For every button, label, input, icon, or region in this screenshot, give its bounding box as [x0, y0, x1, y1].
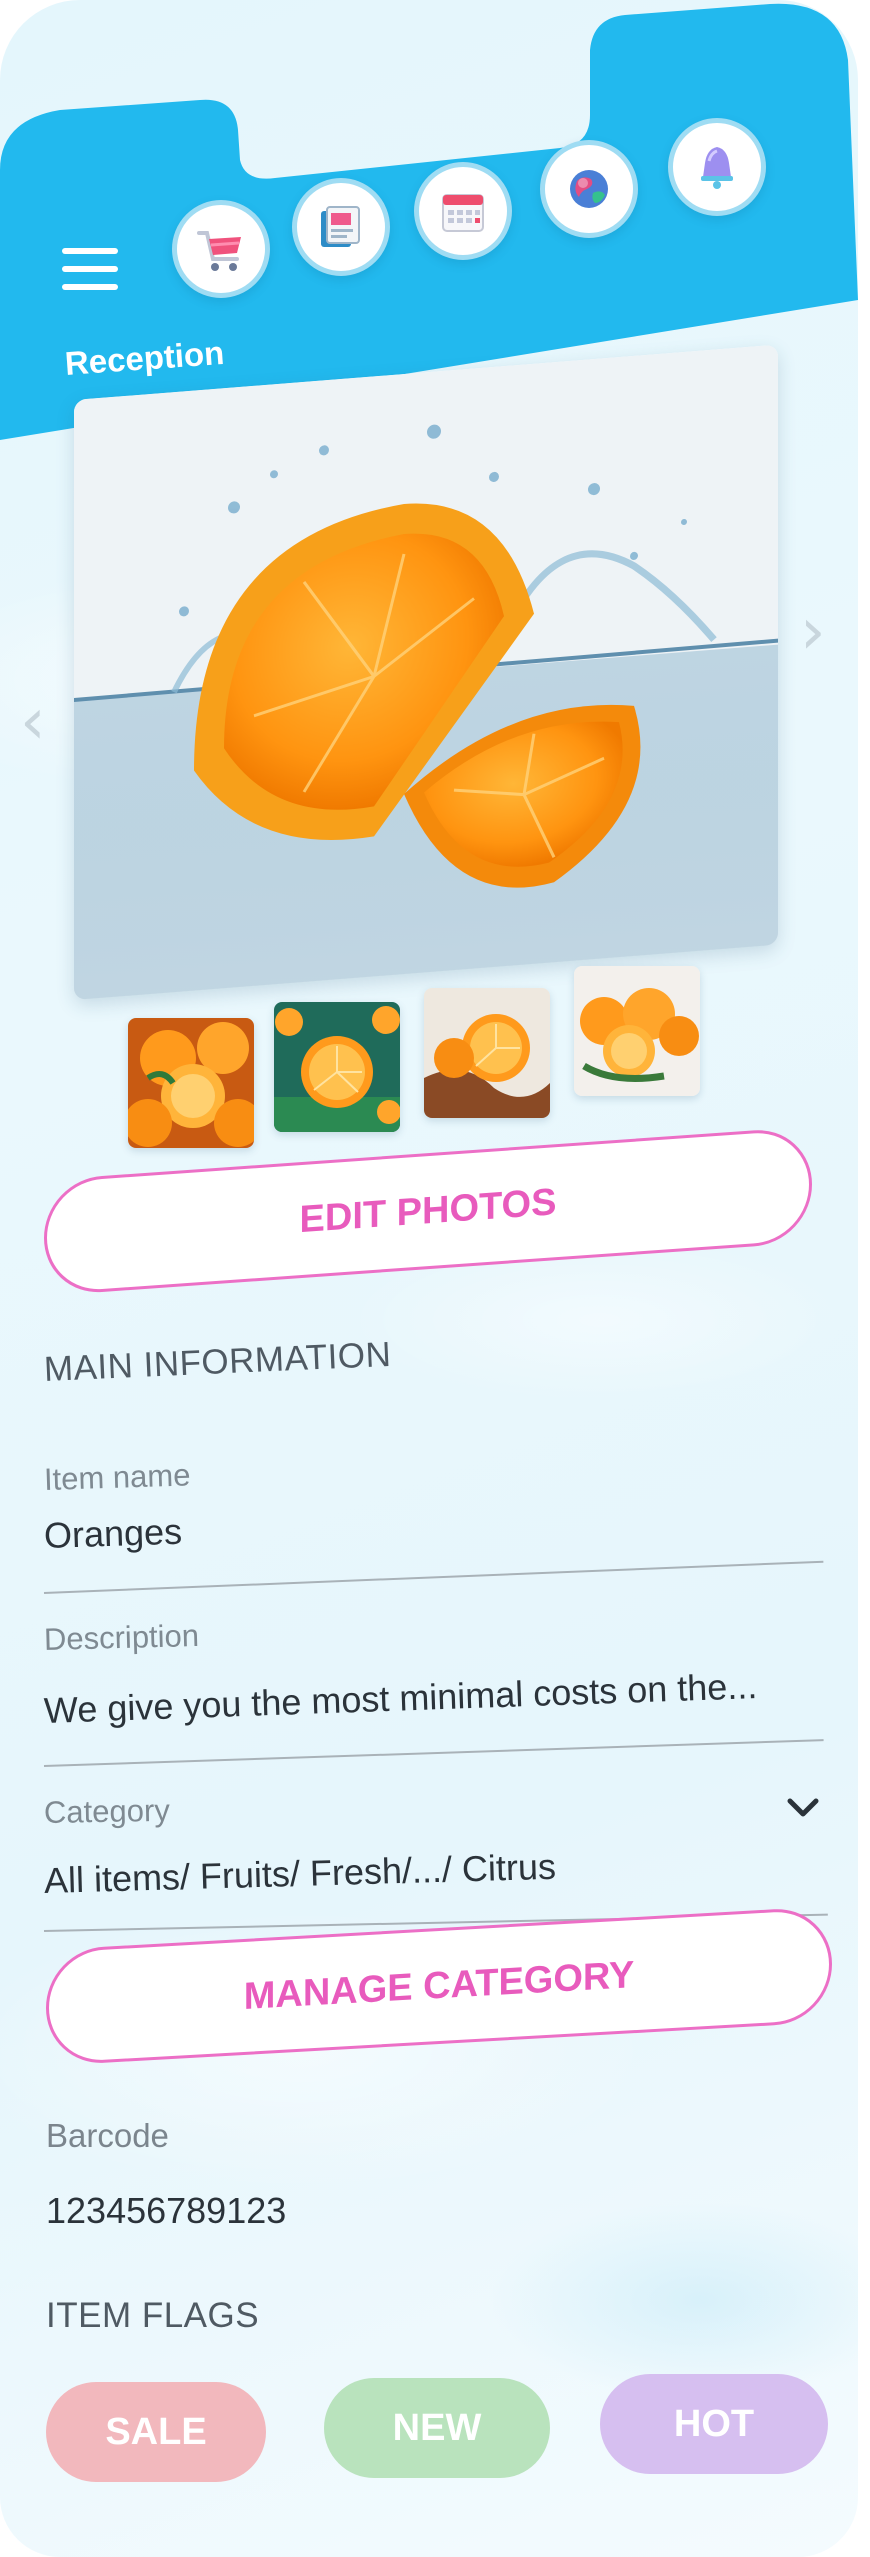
- globe-icon[interactable]: [540, 140, 638, 238]
- shopping-cart-icon[interactable]: [172, 200, 270, 298]
- description-underline: [43, 1739, 824, 1767]
- orange-thumb-4[interactable]: [574, 966, 700, 1096]
- orange-splash-image: [74, 344, 778, 1000]
- app-screen: Reception ‹ › EDIT PHOTOS MAIN INFORMATI…: [0, 0, 870, 2557]
- chevron-left-icon[interactable]: ‹: [20, 690, 46, 754]
- manage-category-button[interactable]: MANAGE CATEGORY: [46, 1906, 832, 2066]
- calendar-icon[interactable]: [414, 162, 512, 260]
- chevron-right-icon[interactable]: ›: [800, 600, 826, 664]
- item-name-underline: [43, 1560, 824, 1594]
- item-name-field[interactable]: Oranges: [43, 1511, 182, 1557]
- orange-thumb-2[interactable]: [274, 1002, 400, 1132]
- description-field[interactable]: We give you the most minimal costs on th…: [43, 1665, 758, 1732]
- category-label: Category: [43, 1792, 171, 1830]
- orange-thumb-3[interactable]: [424, 988, 550, 1118]
- chevron-down-icon[interactable]: [786, 1795, 820, 1826]
- flag-sale-button[interactable]: SALE: [46, 2382, 266, 2482]
- bell-icon[interactable]: [668, 118, 766, 216]
- barcode-label: Barcode: [46, 2117, 169, 2154]
- barcode-field[interactable]: 123456789123: [46, 2190, 286, 2232]
- flag-hot-button[interactable]: HOT: [600, 2374, 828, 2474]
- section-title-item-flags: ITEM FLAGS: [46, 2296, 260, 2335]
- manage-category-label: MANAGE CATEGORY: [243, 1953, 635, 2018]
- orange-thumb-1[interactable]: [128, 1018, 254, 1148]
- edit-photos-button[interactable]: EDIT PHOTOS: [44, 1126, 812, 1296]
- item-name-label: Item name: [43, 1457, 191, 1497]
- category-field[interactable]: All items/ Fruits/ Fresh/.../ Citrus: [43, 1846, 556, 1902]
- edit-photos-label: EDIT PHOTOS: [299, 1180, 557, 1241]
- description-label: Description: [43, 1617, 200, 1657]
- catalog-book-icon[interactable]: [292, 178, 390, 276]
- flag-new-label: NEW: [392, 2406, 482, 2449]
- phone-frame: Reception ‹ › EDIT PHOTOS MAIN INFORMATI…: [0, 0, 858, 2557]
- flag-hot-label: HOT: [673, 2402, 755, 2445]
- hamburger-menu-icon[interactable]: [62, 248, 118, 298]
- section-title-main-information: MAIN INFORMATION: [43, 1334, 393, 1389]
- flag-sale-label: SALE: [105, 2410, 207, 2453]
- flag-new-button[interactable]: NEW: [324, 2378, 550, 2478]
